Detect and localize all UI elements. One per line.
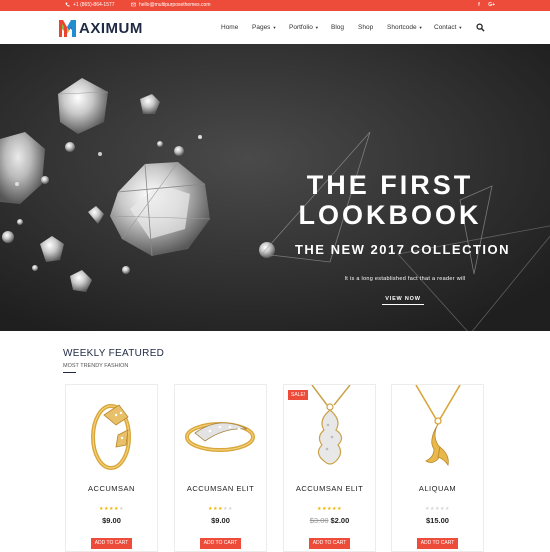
nav-label: Shortcode [387,24,417,31]
site-logo[interactable]: AXIMUM [58,18,148,38]
hero-title: THE FIRST LOOKBOOK [298,170,482,230]
product-image[interactable] [66,385,157,480]
current-price: $9.00 [211,516,230,525]
search-icon[interactable] [476,23,485,32]
product-card[interactable]: ALIQUAM ★★★★★ $15.00 ADD TO CART [391,384,484,552]
star-empty-icon: ★ [118,506,124,512]
add-to-cart-button[interactable]: ADD TO CART [309,538,350,549]
social-links: f G+ [471,0,495,11]
nav-pages[interactable]: Pages ▼ [252,11,276,44]
nav-contact[interactable]: Contact ▼ [434,11,462,44]
nav-label: Contact [434,24,457,31]
current-price: $15.00 [426,516,449,525]
current-price: $9.00 [102,516,121,525]
phone-contact[interactable]: +1 (865)-864-1577 [65,0,115,11]
product-name[interactable]: ALIQUAM [392,484,483,493]
product-image[interactable] [392,385,483,480]
sale-badge: SALE! [288,390,309,400]
site-header: AXIMUM Home Pages ▼ Portfolio ▼ Blog Shop … [0,11,550,44]
star-rating: ★★★★★ [66,506,157,512]
logo-text: AXIMUM [79,20,143,37]
section-subtitle: MOST TRENDY FASHION [63,363,129,369]
caret-down-icon: ▼ [314,25,319,30]
add-to-cart-button[interactable]: ADD TO CART [91,538,132,549]
product-card[interactable]: ACCUMSAN ELIT ★★★★★ $9.00 ADD TO CART [174,384,267,552]
nav-label: Blog [331,24,345,31]
nav-home[interactable]: Home [221,11,238,44]
star-empty-icon: ★ [227,506,233,512]
section-title: WEEKLY FEATURED [63,348,165,359]
hero-banner: THE FIRST LOOKBOOK THE NEW 2017 COLLECTI… [0,44,550,331]
star-rating: ★★★★★ [284,506,375,512]
email-contact[interactable]: hello@multipurposethemes.com [131,0,211,11]
section-divider [63,372,76,373]
phone-icon [65,2,70,7]
nav-portfolio[interactable]: Portfolio ▼ [289,11,319,44]
logo-mark-icon [59,20,76,37]
old-price: $3.00 [309,516,329,525]
star-rating: ★★★★★ [175,506,266,512]
hero-description: It is a long established fact that a rea… [344,276,466,282]
product-image[interactable] [175,385,266,480]
product-card[interactable]: SALE! ACCUMSAN ELIT ★★★★★ $3.00 $2.00 ADD… [283,384,376,552]
product-price: $9.00 [66,516,157,525]
nav-label: Portfolio [289,24,313,31]
mail-icon [131,2,136,7]
star-empty-icon: ★ [444,506,450,512]
email-address: hello@multipurposethemes.com [139,2,211,8]
caret-down-icon: ▼ [272,25,277,30]
phone-number: +1 (865)-864-1577 [73,2,115,8]
star-filled-icon: ★ [336,506,342,512]
add-to-cart-button[interactable]: ADD TO CART [200,538,241,549]
product-card[interactable]: ACCUMSAN ★★★★★ $9.00 ADD TO CART [65,384,158,552]
product-price: $3.00 $2.00 [284,516,375,525]
product-name[interactable]: ACCUMSAN ELIT [284,484,375,493]
nav-shortcode[interactable]: Shortcode ▼ [387,11,423,44]
add-to-cart-button[interactable]: ADD TO CART [417,538,458,549]
nav-blog[interactable]: Blog [331,11,344,44]
nav-shop[interactable]: Shop [358,11,373,44]
nav-label: Pages [252,24,271,31]
view-now-button[interactable]: VIEW NOW [382,296,424,305]
caret-down-icon: ▼ [458,25,463,30]
product-name[interactable]: ACCUMSAN ELIT [175,484,266,493]
top-bar: +1 (865)-864-1577 hello@multipurposethem… [0,0,550,11]
product-price: $9.00 [175,516,266,525]
google-plus-icon[interactable]: G+ [488,0,495,11]
product-price: $15.00 [392,516,483,525]
nav-label: Shop [358,24,374,31]
product-name[interactable]: ACCUMSAN [66,484,157,493]
current-price: $2.00 [330,516,350,525]
nav-label: Home [221,24,239,31]
star-rating: ★★★★★ [392,506,483,512]
facebook-icon[interactable]: f [478,0,480,11]
caret-down-icon: ▼ [418,25,423,30]
hero-subtitle: THE NEW 2017 COLLECTION [294,242,511,257]
